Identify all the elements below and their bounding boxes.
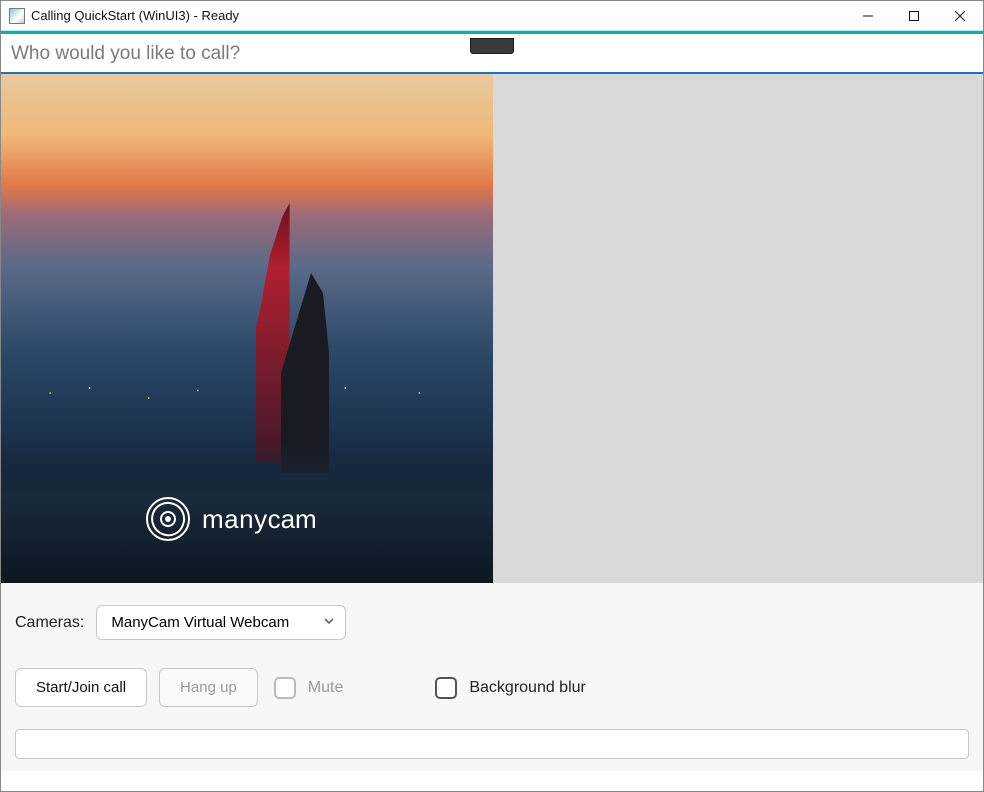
maximize-icon xyxy=(909,11,919,21)
mute-label: Mute xyxy=(308,679,344,697)
video-background-lights xyxy=(1,363,493,413)
chevron-down-icon xyxy=(323,614,335,631)
background-blur-checkbox[interactable] xyxy=(435,677,457,699)
mute-checkbox[interactable] xyxy=(274,677,296,699)
remote-video-pane xyxy=(493,74,983,583)
app-icon xyxy=(9,8,25,24)
manycam-logo-icon xyxy=(146,497,190,541)
minimize-icon xyxy=(863,11,873,21)
drag-handle[interactable] xyxy=(470,38,514,54)
mute-checkbox-group: Mute xyxy=(274,677,344,699)
video-row: manycam xyxy=(1,74,983,583)
local-video-pane: manycam xyxy=(1,74,493,583)
watermark-text: manycam xyxy=(202,504,317,535)
camera-select[interactable]: ManyCam Virtual Webcam xyxy=(96,605,346,640)
start-join-call-button[interactable]: Start/Join call xyxy=(15,668,147,707)
window-title: Calling QuickStart (WinUI3) - Ready xyxy=(31,8,239,23)
background-blur-checkbox-group: Background blur xyxy=(435,677,586,699)
minimize-button[interactable] xyxy=(845,1,891,31)
watermark-brand-a: many xyxy=(202,504,268,534)
window-titlebar: Calling QuickStart (WinUI3) - Ready xyxy=(1,1,983,31)
camera-select-value: ManyCam Virtual Webcam xyxy=(111,614,289,631)
status-bar-input[interactable] xyxy=(15,729,969,759)
window-controls xyxy=(845,1,983,31)
cameras-label: Cameras: xyxy=(15,614,84,632)
camera-watermark: manycam xyxy=(146,497,317,541)
close-button[interactable] xyxy=(937,1,983,31)
close-icon xyxy=(955,11,965,21)
maximize-button[interactable] xyxy=(891,1,937,31)
control-panel: Cameras: ManyCam Virtual Webcam Start/Jo… xyxy=(1,583,983,771)
watermark-brand-b: cam xyxy=(268,504,317,534)
background-blur-label: Background blur xyxy=(469,679,586,697)
hang-up-button[interactable]: Hang up xyxy=(159,668,258,707)
